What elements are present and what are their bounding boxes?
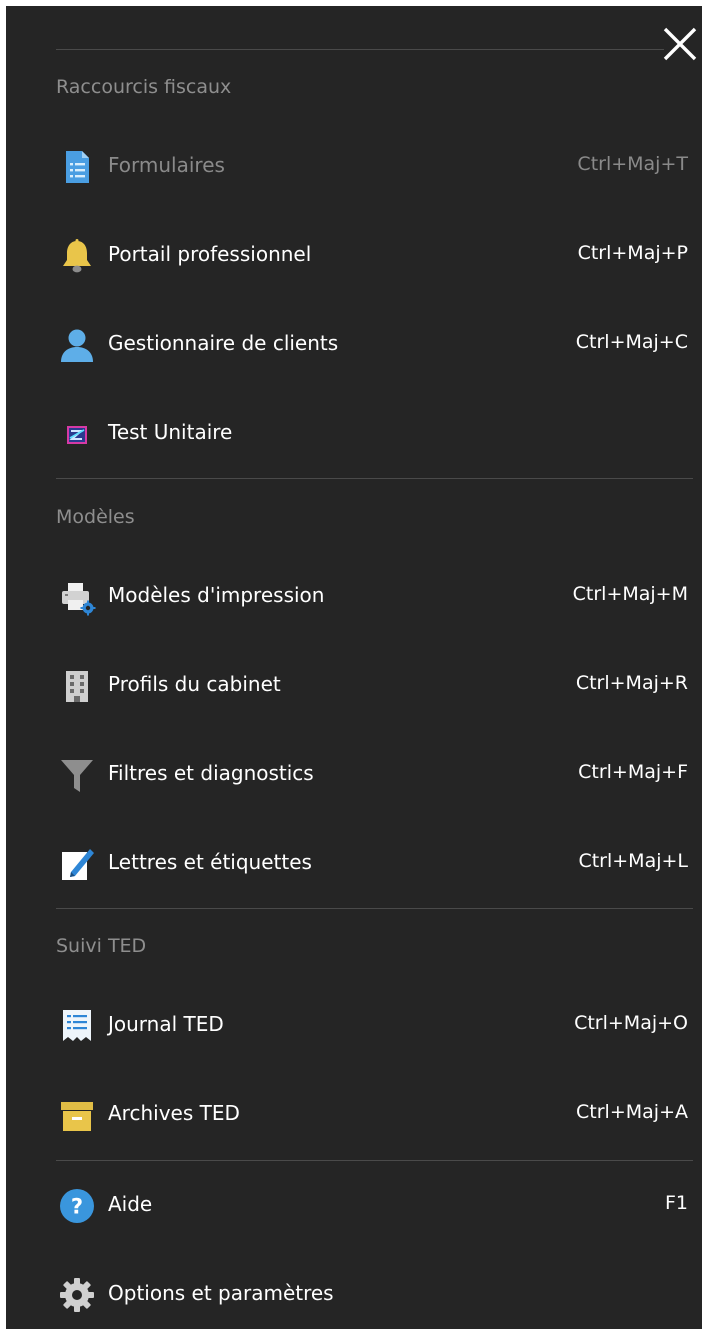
menu-item-modeles-impression[interactable]: Modèles d'impression Ctrl+Maj+M [50,564,694,628]
shortcut-label: Ctrl+Maj+L [578,850,688,872]
top-divider [56,49,664,50]
menu-item-lettres-et-etiquettes[interactable]: Lettres et étiquettes Ctrl+Maj+L [50,831,694,895]
shortcut-label: Ctrl+Maj+P [577,242,688,264]
menu-item-aide[interactable]: ? Aide F1 [50,1173,694,1237]
menu-item-test-unitaire[interactable]: Test Unitaire [50,401,694,465]
printer-settings-icon [58,578,96,616]
menu-item-label: Profils du cabinet [108,672,281,696]
edit-letter-icon [58,845,96,883]
shortcut-label: F1 [664,1192,688,1214]
section-title-efile: Suivi TED [56,935,147,957]
menu-item-label: Test Unitaire [108,420,233,444]
close-button[interactable] [662,26,698,62]
menu-item-label: Gestionnaire de clients [108,331,339,355]
shortcut-label: Ctrl+Maj+O [574,1012,688,1034]
archive-box-icon [58,1096,96,1134]
shortcut-label: Ctrl+Maj+M [572,583,688,605]
menu-item-filtres-et-diagnostics[interactable]: Filtres et diagnostics Ctrl+Maj+F [50,742,694,806]
section-title-tax-shortcuts: Raccourcis fiscaux [56,76,232,98]
menu-item-options-et-parametres[interactable]: Options et paramètres [50,1262,694,1326]
menu-item-label: Archives TED [108,1101,240,1125]
help-icon: ? [58,1187,96,1225]
client-person-icon [58,326,96,364]
menu-item-label: Aide [108,1192,153,1216]
menu-item-archives-ted[interactable]: Archives TED Ctrl+Maj+A [50,1082,694,1146]
menu-item-label: Portail professionnel [108,242,312,266]
menu-item-gestionnaire-de-clients[interactable]: Gestionnaire de clients Ctrl+Maj+C [50,312,694,376]
receipt-journal-icon [58,1007,96,1045]
menu-item-portail-professionnel[interactable]: Portail professionnel Ctrl+Maj+P [50,223,694,287]
gear-icon [58,1276,96,1314]
menu-item-profils-du-cabinet[interactable]: Profils du cabinet Ctrl+Maj+R [50,653,694,717]
funnel-filter-icon [58,756,96,794]
menu-item-label: Options et paramètres [108,1281,334,1305]
section-divider [56,908,693,909]
section-divider [56,478,693,479]
menu-item-journal-ted[interactable]: Journal TED Ctrl+Maj+O [50,993,694,1057]
form-document-icon [58,148,96,186]
shortcut-label: Ctrl+Maj+A [576,1101,688,1123]
menu-item-label: Modèles d'impression [108,583,325,607]
shortcut-label: Ctrl+Maj+R [575,672,688,694]
unit-test-icon [58,415,96,453]
menu-item-label: Journal TED [108,1012,224,1036]
menu-item-formulaires[interactable]: Formulaires Ctrl+Maj+T [50,134,694,198]
side-menu-panel: Raccourcis fiscaux Formulaires Ctrl+Maj+… [6,6,702,1329]
section-divider [56,1160,693,1161]
shortcut-label: Ctrl+Maj+F [578,761,688,783]
menu-item-label: Filtres et diagnostics [108,761,314,785]
section-title-templates: Modèles [56,506,135,528]
menu-item-label: Formulaires [108,153,225,177]
close-icon [663,27,697,61]
shortcut-label: Ctrl+Maj+T [577,153,688,175]
menu-item-label: Lettres et étiquettes [108,850,312,874]
building-icon [58,667,96,705]
shortcut-label: Ctrl+Maj+C [575,331,688,353]
svg-text:?: ? [71,1195,83,1219]
bell-icon [58,237,96,275]
